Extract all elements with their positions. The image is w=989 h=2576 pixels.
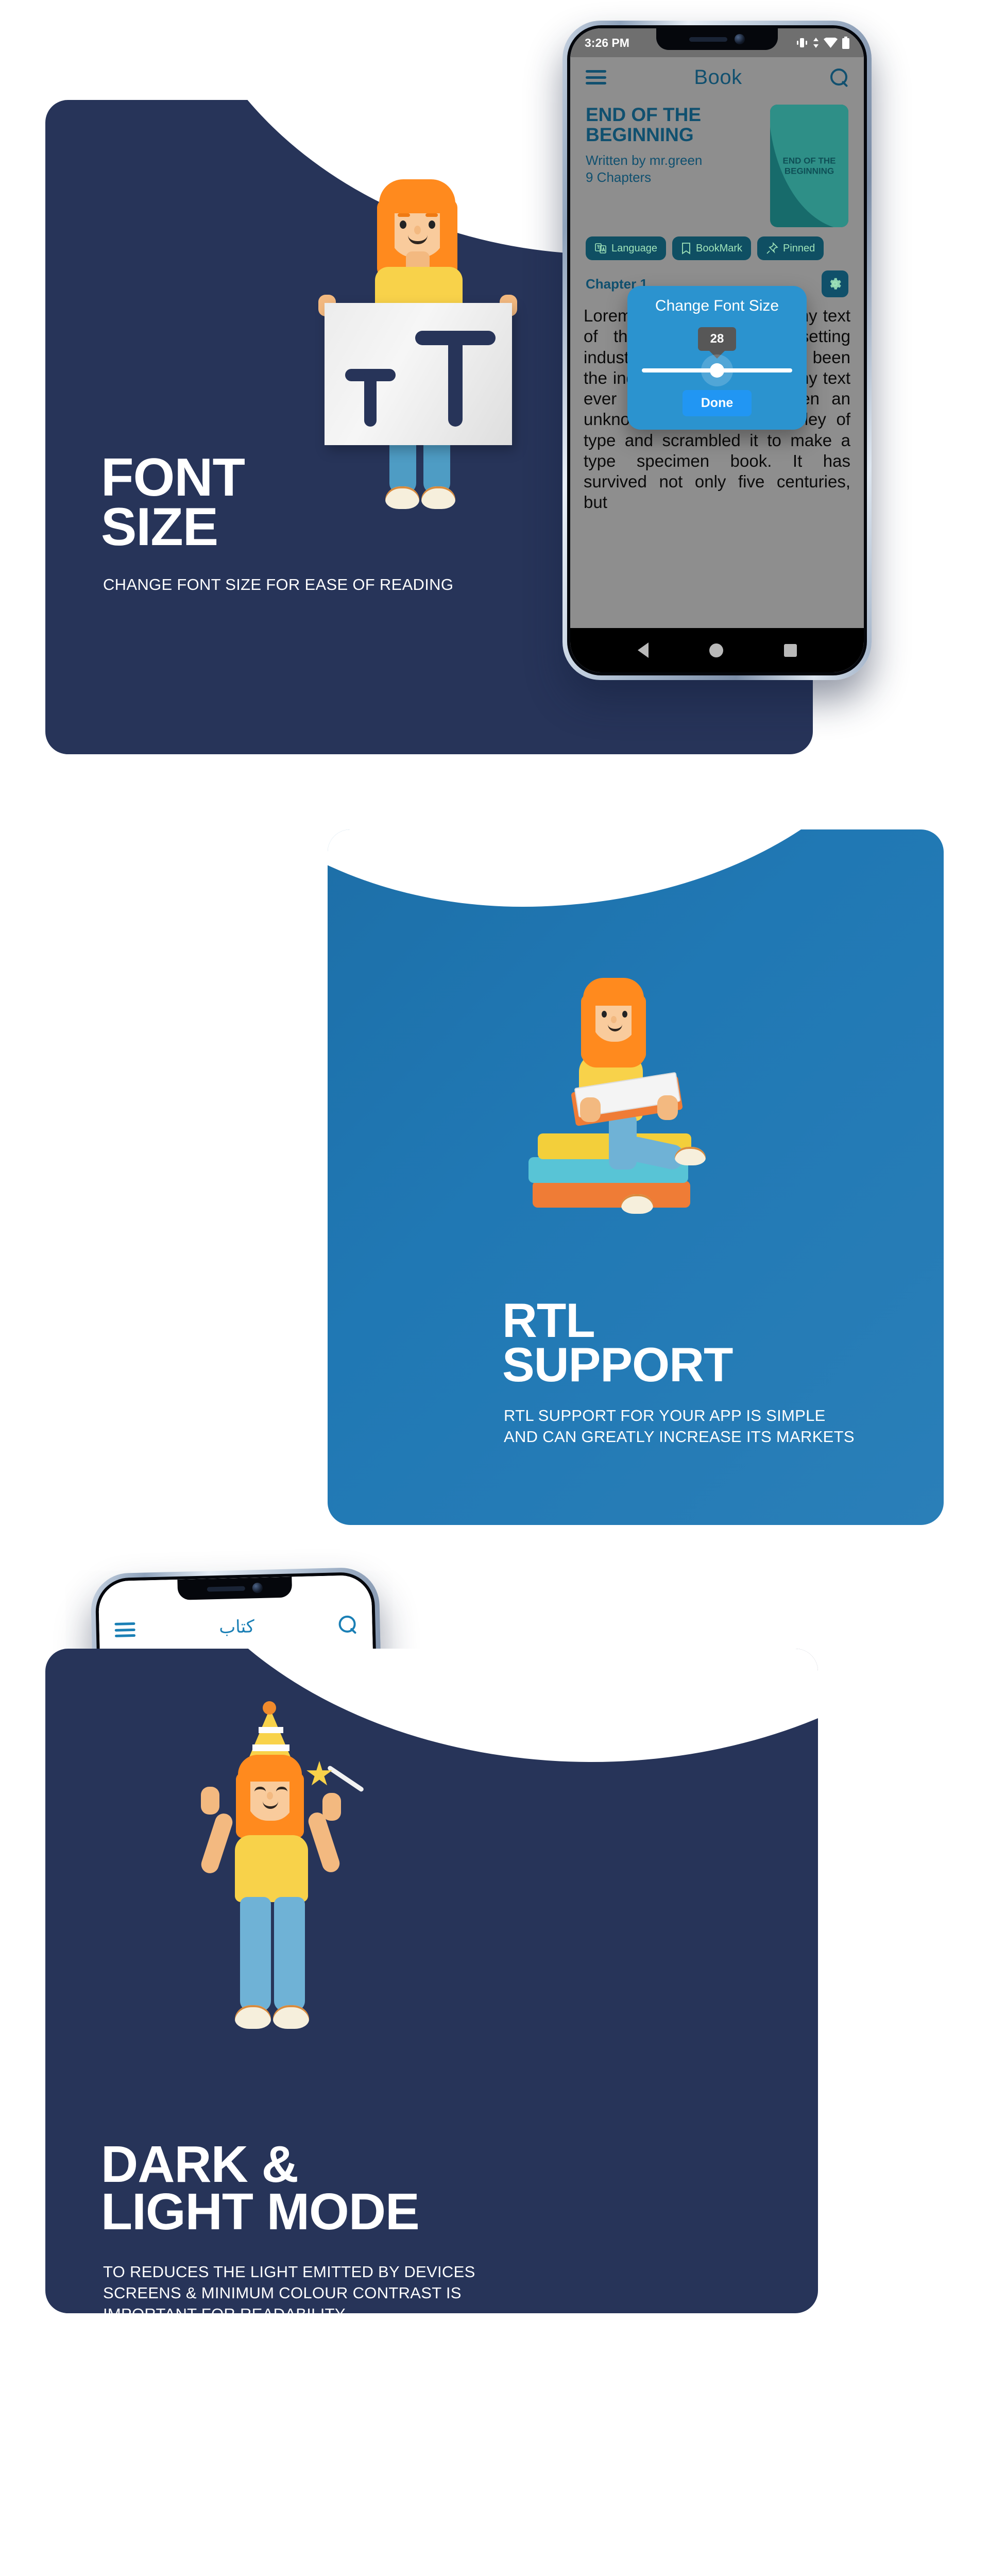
subtitle-line-3: IMPORTANT FOR READABILITY (103, 2304, 346, 2323)
book-detail-screen: 3:26 PM Book END OF THE BEGINNING Writte… (570, 28, 864, 672)
book-title-line-1: END OF THE (586, 104, 702, 125)
subtitle-line-1: TO REDUCES THE LIGHT EMITTED BY DEVICES (103, 2263, 475, 2281)
back-icon[interactable] (637, 642, 649, 658)
book-chapters: 9 Chapters (586, 169, 652, 185)
chip-bookmark[interactable]: BookMark (672, 236, 752, 260)
headline-line-2: SIZE (101, 497, 218, 557)
book-cover[interactable]: END OF THE BEGINNING (770, 105, 848, 227)
slider-thumb[interactable] (710, 363, 724, 378)
panel-1-subtitle: CHANGE FONT SIZE FOR EASE OF READING (103, 575, 454, 594)
font-size-sign (325, 303, 512, 445)
status-time: 3:26 PM (585, 36, 629, 49)
action-chip-row: Language BookMark Pinned (570, 227, 864, 260)
book-author-and-chapters: Written by mr.green 9 Chapters (586, 152, 702, 185)
panel-1-headline: FONT SIZE (101, 451, 245, 554)
book-title-line-2: BEGINNING (586, 124, 694, 146)
recents-icon[interactable] (783, 643, 797, 657)
app-bar: Book (570, 57, 864, 97)
book-title: END OF THE BEGINNING (586, 105, 702, 145)
phone-notch (656, 28, 778, 50)
illustration-font-size-girl (288, 175, 546, 556)
front-camera (735, 34, 745, 44)
wifi-icon (824, 38, 838, 48)
chip-language[interactable]: Language (586, 236, 666, 260)
phone-mockup-font-size: 3:26 PM Book END OF THE BEGINNING Writte… (562, 21, 872, 680)
battery-icon (842, 37, 849, 49)
phone-bezel: 3:26 PM Book END OF THE BEGINNING Writte… (567, 25, 867, 675)
panel-curve-decoration (328, 829, 925, 907)
panel-3-subtitle: TO REDUCES THE LIGHT EMITTED BY DEVICES … (103, 2262, 475, 2325)
app-title: Book (694, 65, 742, 89)
bookmark-icon (682, 243, 690, 255)
change-font-size-dialog: Change Font Size 28 Done (627, 286, 807, 430)
chip-label: BookMark (695, 242, 743, 254)
panel-2-subtitle: RTL SUPPORT FOR YOUR APP IS SIMPLE AND C… (504, 1405, 855, 1448)
chip-label: Pinned (783, 242, 815, 254)
book-meta: END OF THE BEGINNING Written by mr.green… (586, 105, 702, 227)
translate-icon (595, 243, 606, 253)
headline-line-2: SUPPORT (502, 1337, 733, 1392)
vibrate-icon (797, 38, 807, 47)
chip-label: Language (611, 242, 657, 254)
hamburger-icon[interactable] (586, 70, 606, 84)
subtitle-line-2: AND CAN GREATLY INCREASE ITS MARKETS (504, 1427, 855, 1446)
search-icon[interactable] (830, 68, 848, 87)
panel-3-headline: DARK & LIGHT MODE (101, 2139, 420, 2238)
panel-font-size: FONT SIZE CHANGE FONT SIZE FOR EASE OF R… (0, 0, 989, 783)
home-icon[interactable] (709, 643, 723, 657)
illustration-magic-girl (170, 1700, 412, 2071)
panel-dark-light-mode: DARK & LIGHT MODE TO REDUCES THE LIGHT E… (0, 1556, 989, 2361)
subtitle-line-1: RTL SUPPORT FOR YOUR APP IS SIMPLE (504, 1406, 826, 1425)
done-button[interactable]: Done (682, 390, 752, 416)
android-navigation-bar (570, 628, 864, 672)
earpiece-speaker (689, 37, 727, 42)
sync-icon (813, 38, 819, 48)
panel-rtl-support: RTL SUPPORT RTL SUPPORT FOR YOUR APP IS … (0, 773, 989, 2208)
phone-screen: 3:26 PM Book END OF THE BEGINNING Writte… (570, 28, 864, 672)
chip-pinned[interactable]: Pinned (757, 236, 824, 260)
panel-2-headline: RTL SUPPORT (502, 1296, 733, 1389)
font-size-value-bubble: 28 (697, 327, 737, 351)
headline-line-2: LIGHT MODE (101, 2183, 420, 2241)
pin-icon (766, 242, 778, 254)
star-icon (306, 1761, 332, 1786)
cover-label: END OF THE BEGINNING (782, 156, 836, 176)
book-hero: END OF THE BEGINNING Written by mr.green… (570, 97, 864, 227)
gear-icon[interactable] (822, 270, 848, 297)
book-author: Written by mr.green (586, 152, 703, 168)
dialog-title: Change Font Size (655, 297, 779, 314)
subtitle-line-2: SCREENS & MINIMUM COLOUR CONTRAST IS (103, 2283, 462, 2302)
font-size-slider[interactable] (642, 354, 792, 386)
illustration-reading-girl (515, 968, 762, 1256)
